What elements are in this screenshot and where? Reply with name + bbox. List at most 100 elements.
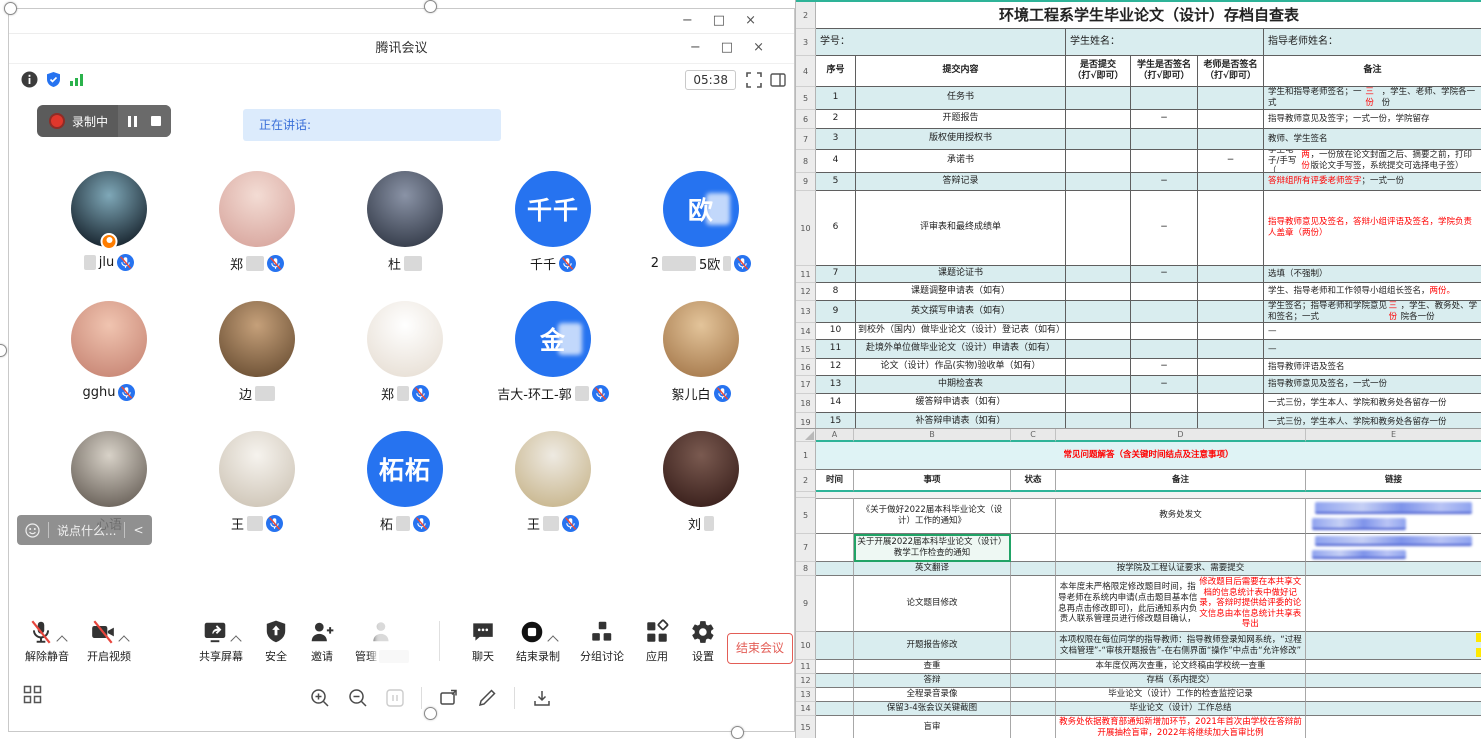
sheet-cell[interactable]: 是否提交 （打√即可） (1066, 56, 1131, 87)
meeting-maximize-button[interactable]: □ (721, 38, 733, 58)
column-letter[interactable]: E (1306, 429, 1481, 442)
sheet-cell[interactable]: 8 (816, 283, 856, 301)
row-number[interactable]: 15 (796, 340, 816, 359)
sheet-cell[interactable]: 13 (816, 376, 856, 394)
sheet-cell[interactable] (1131, 150, 1198, 173)
sheet-cell[interactable] (1306, 674, 1481, 688)
side-panel-icon[interactable] (770, 72, 786, 88)
sheet-cell[interactable]: 一式三份，学生本人、学院和教务处各留存一份 (1264, 394, 1481, 413)
sheet-cell[interactable] (1306, 702, 1481, 716)
sheet-cell[interactable] (1198, 191, 1264, 266)
participant[interactable]: 欧25欧 (627, 171, 775, 278)
sheet-cell[interactable]: 教师、学生签名 (1264, 129, 1481, 150)
blurred-link-line[interactable] (1315, 502, 1472, 514)
participant[interactable]: 郑 (331, 301, 479, 408)
row-number[interactable]: 6 (796, 110, 816, 129)
toolbar-item-breakout[interactable]: 分组讨论 (580, 619, 624, 664)
avatar[interactable]: 金 (515, 301, 591, 377)
sheet-cell[interactable]: 3 (816, 129, 856, 150)
sheet-cell[interactable] (1198, 394, 1264, 413)
sheet-cell[interactable]: 学生姓名： (1066, 29, 1264, 56)
row-number[interactable]: 7 (796, 534, 816, 562)
sheet-cell[interactable] (1066, 376, 1131, 394)
toolbar-item-shield[interactable]: 安全 (263, 619, 289, 664)
row-number[interactable]: 17 (796, 376, 816, 394)
outer-close-button[interactable]: × (745, 11, 756, 31)
sheet-cell[interactable]: 教务处发文 (1056, 498, 1306, 534)
avatar[interactable]: 千千 (515, 171, 591, 247)
sheet-cell[interactable]: 指导教师意见及签名，答辩小组评语及签名，学院负责人盖章（两份） (1264, 191, 1481, 266)
sheet-cell[interactable] (1011, 576, 1056, 632)
sheet-cell[interactable] (1306, 562, 1481, 576)
sheet-cell[interactable] (1306, 660, 1481, 674)
sheet-cell[interactable]: 赴境外单位做毕业论文（设计）申请表（如有） (856, 340, 1066, 359)
selection-handle[interactable] (731, 726, 744, 739)
row-number[interactable]: 16 (796, 359, 816, 376)
sheet-cell[interactable] (1066, 359, 1131, 376)
sheet-cell[interactable] (816, 660, 854, 674)
sheet-cell[interactable]: 序号 (816, 56, 856, 87)
sheet-cell[interactable]: 10 (816, 323, 856, 340)
sheet-cell[interactable] (1011, 498, 1056, 534)
sheet-cell[interactable]: 提交内容 (856, 56, 1066, 87)
sheet-cell[interactable] (1131, 87, 1198, 110)
toolbar-item-record[interactable]: 结束录制 (516, 619, 560, 664)
sheet-cell[interactable]: 9 (816, 301, 856, 323)
chat-input-pill[interactable]: 说点什么... < (17, 515, 152, 545)
emoji-icon[interactable] (25, 523, 40, 538)
participant[interactable]: 刘 (627, 431, 775, 538)
sheet-cell[interactable] (1011, 702, 1056, 716)
sheet-cell[interactable]: 1 (816, 87, 856, 110)
sheet-cell[interactable]: 指导教师意见及签字；一式一份，学院留存 (1264, 110, 1481, 129)
meeting-security-shield-icon[interactable] (45, 71, 62, 88)
participant[interactable]: 王 (183, 431, 331, 538)
sheet-cell[interactable] (1131, 129, 1198, 150)
row-number[interactable]: 1 (796, 442, 816, 470)
download-icon[interactable] (531, 687, 553, 709)
sheet-cell[interactable]: 5 (816, 173, 856, 191)
avatar[interactable] (219, 301, 295, 377)
sheet-cell[interactable]: 学生电子/手写（两份，一份放在论文封面之后、摘要之前，打印版论文手写签，系统提交… (1264, 150, 1481, 173)
zoom-in-icon[interactable] (309, 687, 331, 709)
row-number[interactable]: 11 (796, 266, 816, 283)
chevron-up-icon[interactable] (118, 635, 129, 646)
layout-grid-icon[interactable] (23, 685, 42, 704)
faq-item[interactable]: 论文题目修改 (854, 576, 1011, 632)
sheet-cell[interactable] (1011, 674, 1056, 688)
toolbar-item-mic-off[interactable]: 解除静音 (25, 619, 69, 664)
sheet-cell[interactable] (1011, 688, 1056, 702)
sheet-cell[interactable]: 课题论证书 (856, 266, 1066, 283)
sheet-cell[interactable]: − (1131, 110, 1198, 129)
participant[interactable]: 杜 (331, 171, 479, 278)
toolbar-item-apps[interactable]: 应用 (644, 619, 670, 664)
pause-recording-button[interactable] (128, 116, 137, 127)
sheet-cell[interactable] (1066, 283, 1131, 301)
chevron-up-icon[interactable] (230, 635, 241, 646)
pencil-icon[interactable] (476, 687, 498, 709)
chat-placeholder[interactable]: 说点什么... (57, 522, 116, 539)
row-number[interactable]: 12 (796, 674, 816, 688)
sheet-cell[interactable] (1011, 660, 1056, 674)
sheet-cell[interactable]: 任务书 (856, 87, 1066, 110)
sheet-cell[interactable] (816, 576, 854, 632)
sheet-cell[interactable] (1066, 266, 1131, 283)
blurred-link[interactable] (1306, 498, 1481, 534)
sheet-cell[interactable]: 承诺书 (856, 150, 1066, 173)
toolbar-item-gear[interactable]: 设置 (690, 619, 716, 664)
faq-item[interactable]: 关于开展2022届本科毕业论文（设计）教学工作检查的通知 (854, 534, 1011, 562)
row-number[interactable]: 10 (796, 191, 816, 266)
sheet-cell[interactable] (816, 716, 854, 738)
sheet-cell[interactable]: 备注 (1264, 56, 1481, 87)
participant[interactable]: 千千千千 (479, 171, 627, 278)
row-number[interactable]: 18 (796, 394, 816, 413)
sheet-cell[interactable] (1011, 534, 1056, 562)
sheet-cell[interactable]: 论文（设计）作品(实物)验收单（如有） (856, 359, 1066, 376)
sheet-cell[interactable] (1198, 359, 1264, 376)
sheet-cell[interactable] (1011, 716, 1056, 738)
row-number[interactable]: 9 (796, 173, 816, 191)
sheet-cell[interactable]: 存档（系内提交） (1056, 674, 1306, 688)
sheet-cell[interactable] (1066, 110, 1131, 129)
row-number[interactable]: 11 (796, 660, 816, 674)
sheet-cell[interactable]: 指导老师姓名： (1264, 29, 1481, 56)
participant[interactable]: 郑 (183, 171, 331, 278)
